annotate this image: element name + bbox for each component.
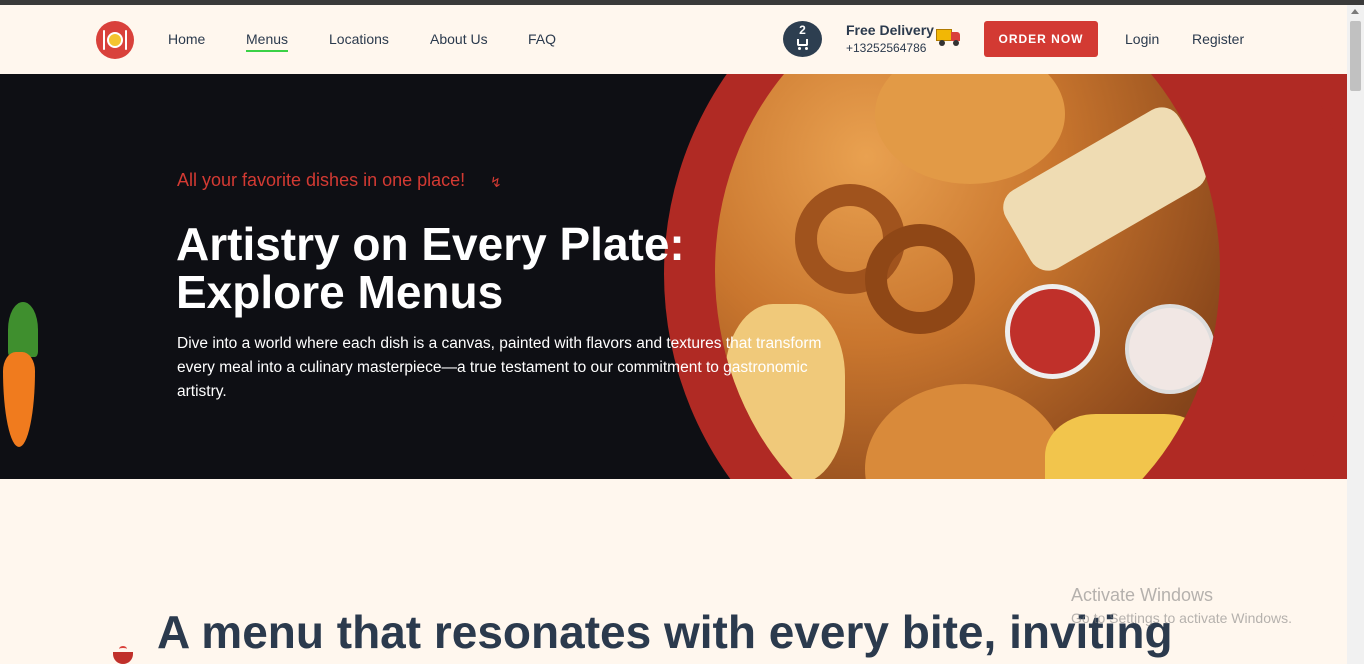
section-title: A menu that resonates with every bite, i… (157, 606, 1173, 658)
french-fries (1045, 414, 1215, 479)
food-platter-image (715, 74, 1220, 479)
windows-watermark-title: Activate Windows (1071, 585, 1214, 605)
scrollbar-thumb[interactable] (1350, 21, 1361, 91)
carrot-icon (0, 302, 52, 452)
delivery-phone: +13252564786 (846, 41, 927, 55)
delivery-truck-icon (936, 29, 962, 49)
onion-ring (865, 224, 975, 334)
nav-link-home[interactable]: Home (168, 31, 205, 47)
delivery-title: Free Delivery (846, 22, 934, 38)
nav-link-menus[interactable]: Menus (246, 31, 289, 52)
scroll-up-arrow-icon[interactable] (1351, 9, 1359, 14)
ketchup-cup (1005, 284, 1100, 379)
hero-title-line2: Explore Menus (176, 266, 504, 318)
windows-watermark-subtitle: Go to Settings to activate Windows. (1071, 610, 1292, 626)
hero-description: Dive into a world where each dish is a c… (177, 335, 822, 400)
cart-button[interactable]: 2 (783, 21, 822, 57)
mayo-cup (1125, 304, 1215, 394)
logo-icon[interactable] (96, 21, 134, 59)
hero-banner: All your favorite dishes in one place! ↯… (0, 74, 1347, 479)
register-link[interactable]: Register (1192, 31, 1244, 47)
hero-tagline: All your favorite dishes in one place! (177, 170, 466, 190)
cart-icon (797, 39, 808, 50)
order-now-button[interactable]: ORDER NOW (984, 21, 1098, 57)
burger-bun (865, 384, 1065, 479)
hero-title-line1: Artistry on Every Plate: (176, 218, 685, 270)
burger-bun (875, 74, 1065, 184)
cart-count-badge: 2 (799, 23, 806, 37)
nav-link-faq[interactable]: FAQ (528, 31, 556, 47)
hero-title: Artistry on Every Plate: Explore Menus (176, 220, 736, 316)
spoon-icon: ↯ (490, 174, 502, 190)
navbar: Home Menus Locations About Us FAQ 2 Free… (0, 5, 1347, 74)
login-link[interactable]: Login (1125, 31, 1159, 47)
nav-link-locations[interactable]: Locations (329, 31, 389, 47)
fork-icon (103, 30, 105, 50)
soup-bowl-icon (113, 646, 133, 664)
page-scrollbar[interactable] (1347, 5, 1364, 664)
nav-link-about-us[interactable]: About Us (430, 31, 488, 47)
plate-icon (107, 32, 123, 48)
knife-icon (125, 30, 127, 50)
